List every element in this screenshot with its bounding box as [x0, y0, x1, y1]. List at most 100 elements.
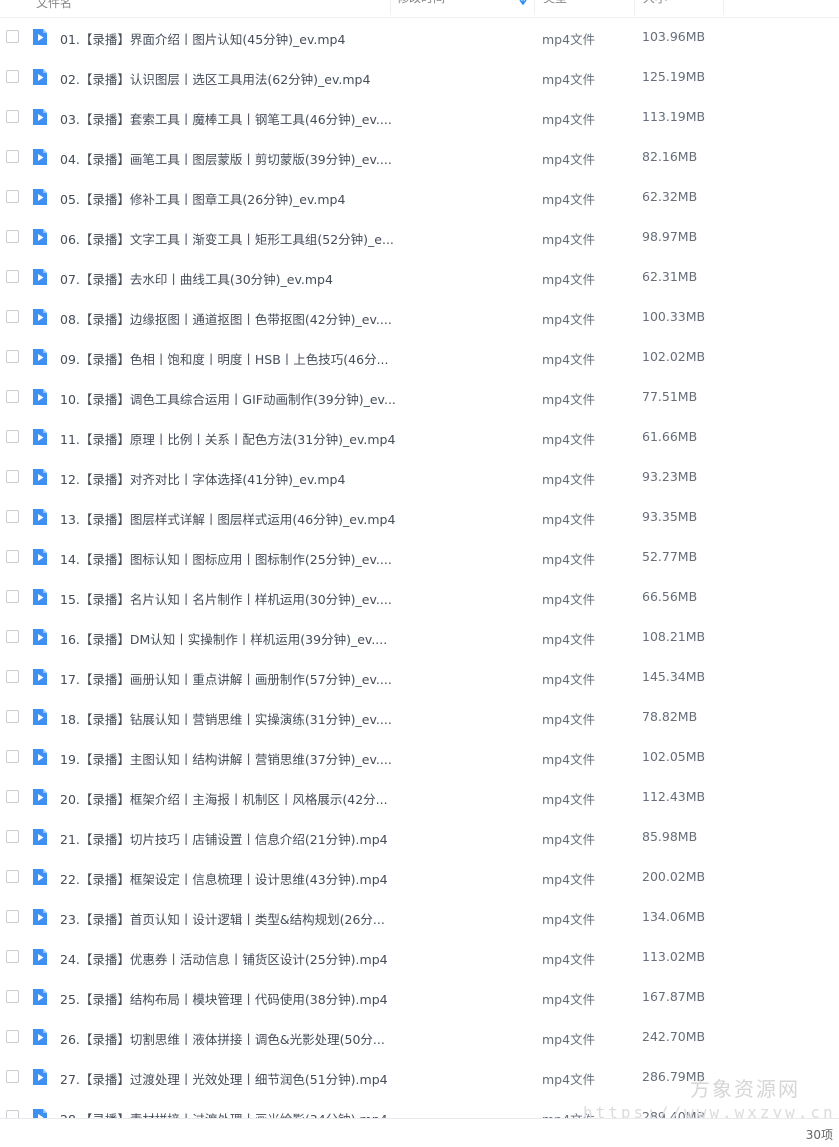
file-row[interactable]: 03.【录播】套索工具丨魔棒工具丨钢笔工具(46分钟)_ev.... mp4文件 1… [0, 97, 839, 137]
row-checkbox[interactable] [6, 590, 19, 603]
row-checkbox[interactable] [6, 270, 19, 283]
row-checkbox[interactable] [6, 110, 19, 123]
file-row[interactable]: 09.【录播】色相丨饱和度丨明度丨HSB丨上色技巧(46分... mp4文件 102… [0, 337, 839, 377]
file-row[interactable]: 16.【录播】DM认知丨实操制作丨样机运用(39分钟)_ev.... mp4文件 1… [0, 617, 839, 657]
file-row[interactable]: 06.【录播】文字工具丨渐变工具丨矩形工具组(52分钟)_e... mp4文件 98… [0, 217, 839, 257]
file-type: mp4文件 [542, 552, 596, 567]
file-type: mp4文件 [542, 712, 596, 727]
file-name[interactable]: 09.【录播】色相丨饱和度丨明度丨HSB丨上色技巧(46分... [60, 349, 389, 368]
row-checkbox[interactable] [6, 230, 19, 243]
file-name[interactable]: 05.【录播】修补工具丨图章工具(26分钟)_ev.mp4 [60, 189, 345, 208]
file-size: 82.16MB [642, 149, 698, 164]
video-file-icon [33, 69, 47, 85]
row-checkbox[interactable] [6, 830, 19, 843]
file-name[interactable]: 13.【录播】图层样式详解丨图层样式运用(46分钟)_ev.mp4 [60, 509, 395, 528]
row-checkbox[interactable] [6, 470, 19, 483]
file-row[interactable]: 12.【录播】对齐对比丨字体选择(41分钟)_ev.mp4 mp4文件 93.23M… [0, 457, 839, 497]
row-checkbox[interactable] [6, 990, 19, 1003]
file-row[interactable]: 11.【录播】原理丨比例丨关系丨配色方法(31分钟)_ev.mp4 mp4文件 61… [0, 417, 839, 457]
row-checkbox[interactable] [6, 150, 19, 163]
row-checkbox[interactable] [6, 870, 19, 883]
row-checkbox[interactable] [6, 750, 19, 763]
row-checkbox[interactable] [6, 510, 19, 523]
column-header-size[interactable]: 大小 [634, 0, 724, 15]
file-type: mp4文件 [542, 792, 596, 807]
file-name[interactable]: 19.【录播】主图认知丨结构讲解丨营销思维(37分钟)_ev.... [60, 749, 392, 768]
file-name[interactable]: 17.【录播】画册认知丨重点讲解丨画册制作(57分钟)_ev.... [60, 669, 392, 688]
file-name[interactable]: 24.【录播】优惠券丨活动信息丨铺货区设计(25分钟).mp4 [60, 949, 388, 968]
sort-down-arrow-icon[interactable] [518, 0, 528, 7]
row-checkbox[interactable] [6, 390, 19, 403]
file-row[interactable]: 23.【录播】首页认知丨设计逻辑丨类型&结构规划(26分... mp4文件 134.… [0, 897, 839, 937]
file-row[interactable]: 20.【录播】框架介绍丨主海报丨机制区丨风格展示(42分... mp4文件 112.… [0, 777, 839, 817]
file-name[interactable]: 02.【录播】认识图层丨选区工具用法(62分钟)_ev.mp4 [60, 69, 370, 88]
file-name[interactable]: 23.【录播】首页认知丨设计逻辑丨类型&结构规划(26分... [60, 909, 385, 928]
file-name[interactable]: 03.【录播】套索工具丨魔棒工具丨钢笔工具(46分钟)_ev.... [60, 109, 392, 128]
file-row[interactable]: 25.【录播】结构布局丨模块管理丨代码使用(38分钟).mp4 mp4文件 167.… [0, 977, 839, 1017]
row-checkbox[interactable] [6, 910, 19, 923]
row-checkbox[interactable] [6, 190, 19, 203]
file-row[interactable]: 24.【录播】优惠券丨活动信息丨铺货区设计(25分钟).mp4 mp4文件 113.… [0, 937, 839, 977]
file-row[interactable]: 02.【录播】认识图层丨选区工具用法(62分钟)_ev.mp4 mp4文件 125.… [0, 57, 839, 97]
file-row[interactable]: 14.【录播】图标认知丨图标应用丨图标制作(25分钟)_ev.... mp4文件 5… [0, 537, 839, 577]
row-checkbox[interactable] [6, 430, 19, 443]
file-name[interactable]: 04.【录播】画笔工具丨图层蒙版丨剪切蒙版(39分钟)_ev.... [60, 149, 392, 168]
file-name[interactable]: 15.【录播】名片认知丨名片制作丨样机运用(30分钟)_ev.... [60, 589, 392, 608]
column-header-name[interactable]: 文件名 [36, 0, 72, 17]
file-row[interactable]: 01.【录播】界面介绍丨图片认知(45分钟)_ev.mp4 mp4文件 103.96… [0, 17, 839, 57]
column-header-type[interactable]: 类型 [534, 0, 634, 15]
video-file-icon [33, 29, 47, 45]
file-type: mp4文件 [542, 352, 596, 367]
file-row[interactable]: 08.【录播】边缘抠图丨通道抠图丨色带抠图(42分钟)_ev.... mp4文件 1… [0, 297, 839, 337]
row-checkbox[interactable] [6, 670, 19, 683]
column-header-modified[interactable]: 修改时间 [390, 0, 530, 15]
file-row[interactable]: 15.【录播】名片认知丨名片制作丨样机运用(30分钟)_ev.... mp4文件 6… [0, 577, 839, 617]
file-name[interactable]: 22.【录播】框架设定丨信息梳理丨设计思维(43分钟).mp4 [60, 869, 388, 888]
file-size: 108.21MB [642, 629, 706, 644]
file-row[interactable]: 05.【录播】修补工具丨图章工具(26分钟)_ev.mp4 mp4文件 62.32M… [0, 177, 839, 217]
file-name[interactable]: 16.【录播】DM认知丨实操制作丨样机运用(39分钟)_ev.... [60, 629, 387, 648]
row-checkbox[interactable] [6, 630, 19, 643]
file-row[interactable]: 13.【录播】图层样式详解丨图层样式运用(46分钟)_ev.mp4 mp4文件 93… [0, 497, 839, 537]
file-size: 167.87MB [642, 989, 706, 1004]
file-name[interactable]: 18.【录播】钻展认知丨营销思维丨实操演练(31分钟)_ev.... [60, 709, 392, 728]
row-checkbox[interactable] [6, 1070, 19, 1083]
file-row[interactable]: 17.【录播】画册认知丨重点讲解丨画册制作(57分钟)_ev.... mp4文件 1… [0, 657, 839, 697]
file-row[interactable]: 18.【录播】钻展认知丨营销思维丨实操演练(31分钟)_ev.... mp4文件 7… [0, 697, 839, 737]
row-checkbox[interactable] [6, 790, 19, 803]
file-type: mp4文件 [542, 632, 596, 647]
row-checkbox[interactable] [6, 550, 19, 563]
row-checkbox[interactable] [6, 30, 19, 43]
file-name[interactable]: 14.【录播】图标认知丨图标应用丨图标制作(25分钟)_ev.... [60, 549, 392, 568]
file-name[interactable]: 21.【录播】切片技巧丨店铺设置丨信息介绍(21分钟).mp4 [60, 829, 388, 848]
file-name[interactable]: 10.【录播】调色工具综合运用丨GIF动画制作(39分钟)_ev... [60, 389, 396, 408]
row-checkbox[interactable] [6, 70, 19, 83]
file-row[interactable]: 26.【录播】切割思维丨液体拼接丨调色&光影处理(50分... mp4文件 242.… [0, 1017, 839, 1057]
file-name[interactable]: 25.【录播】结构布局丨模块管理丨代码使用(38分钟).mp4 [60, 989, 388, 1008]
file-row[interactable]: 04.【录播】画笔工具丨图层蒙版丨剪切蒙版(39分钟)_ev.... mp4文件 8… [0, 137, 839, 177]
file-size: 100.33MB [642, 309, 706, 324]
file-name[interactable]: 11.【录播】原理丨比例丨关系丨配色方法(31分钟)_ev.mp4 [60, 429, 395, 448]
row-checkbox[interactable] [6, 350, 19, 363]
row-checkbox[interactable] [6, 710, 19, 723]
file-row[interactable]: 19.【录播】主图认知丨结构讲解丨营销思维(37分钟)_ev.... mp4文件 1… [0, 737, 839, 777]
file-name[interactable]: 01.【录播】界面介绍丨图片认知(45分钟)_ev.mp4 [60, 29, 345, 48]
file-name[interactable]: 26.【录播】切割思维丨液体拼接丨调色&光影处理(50分... [60, 1029, 385, 1048]
file-row[interactable]: 10.【录播】调色工具综合运用丨GIF动画制作(39分钟)_ev... mp4文件… [0, 377, 839, 417]
file-name[interactable]: 06.【录播】文字工具丨渐变工具丨矩形工具组(52分钟)_e... [60, 229, 394, 248]
row-checkbox[interactable] [6, 950, 19, 963]
video-file-icon [33, 309, 47, 325]
file-row[interactable]: 07.【录播】去水印丨曲线工具(30分钟)_ev.mp4 mp4文件 62.31MB [0, 257, 839, 297]
file-type: mp4文件 [542, 392, 596, 407]
file-name[interactable]: 08.【录播】边缘抠图丨通道抠图丨色带抠图(42分钟)_ev.... [60, 309, 392, 328]
file-name[interactable]: 27.【录播】过渡处理丨光效处理丨细节润色(51分钟).mp4 [60, 1069, 388, 1088]
file-size: 93.23MB [642, 469, 698, 484]
row-checkbox[interactable] [6, 1030, 19, 1043]
file-name[interactable]: 20.【录播】框架介绍丨主海报丨机制区丨风格展示(42分... [60, 789, 388, 808]
file-row[interactable]: 22.【录播】框架设定丨信息梳理丨设计思维(43分钟).mp4 mp4文件 200.… [0, 857, 839, 897]
row-checkbox[interactable] [6, 310, 19, 323]
file-type: mp4文件 [542, 112, 596, 127]
file-name[interactable]: 12.【录播】对齐对比丨字体选择(41分钟)_ev.mp4 [60, 469, 345, 488]
file-row[interactable]: 21.【录播】切片技巧丨店铺设置丨信息介绍(21分钟).mp4 mp4文件 85.9… [0, 817, 839, 857]
file-name[interactable]: 07.【录播】去水印丨曲线工具(30分钟)_ev.mp4 [60, 269, 333, 288]
